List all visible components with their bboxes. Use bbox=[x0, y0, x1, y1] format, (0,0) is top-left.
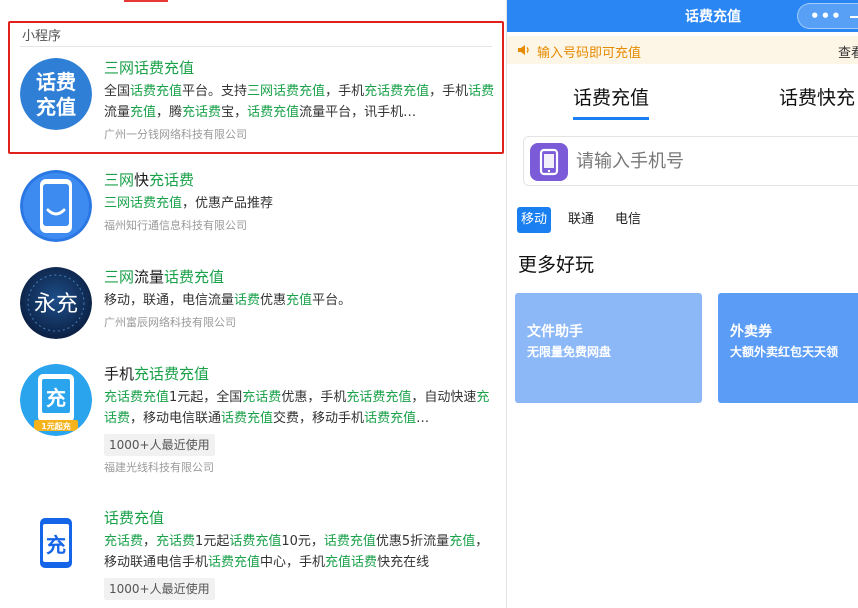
text-segment: 优惠 bbox=[260, 293, 287, 308]
text-segment: 1元起 bbox=[195, 534, 230, 549]
keyword-highlight: 话费充值 bbox=[104, 509, 165, 527]
keyword-highlight: 话费充值 bbox=[229, 534, 282, 549]
mini-program-pane: 话费充值 ••• 输入号码即可充值 查看 话费充值 话费快充 移动 联通 电信 … bbox=[506, 0, 858, 608]
notice-text: 输入号码即可充值 bbox=[537, 46, 642, 61]
text-segment: 流量 bbox=[134, 268, 165, 286]
result-description: 充话费，充话费1元起话费充值10元，话费充值优惠5折流量充值，移动联通电信手机话… bbox=[104, 531, 495, 573]
speaker-icon bbox=[518, 45, 529, 55]
keyword-highlight: 话费充值 bbox=[364, 411, 417, 426]
keyword-highlight: 充话费 bbox=[104, 534, 144, 549]
result-title[interactable]: 手机充话费充值 bbox=[104, 364, 495, 384]
keyword-highlight: 话费 bbox=[234, 293, 261, 308]
keyword-highlight: 三网 bbox=[104, 268, 135, 286]
chong-phone-logo-icon: 充 1元起充 bbox=[20, 364, 92, 436]
keyword-highlight: 话费充值 bbox=[208, 555, 261, 570]
phone-icon bbox=[530, 143, 568, 181]
text-segment: 手机 bbox=[104, 365, 135, 383]
text-segment: 移动，联通，电信流量 bbox=[104, 293, 235, 308]
result-company: 福州知行通信息科技有限公司 bbox=[104, 219, 247, 232]
keyword-highlight: 话费充值 bbox=[221, 411, 274, 426]
keyword-highlight: 三网 bbox=[104, 171, 135, 189]
notice-bar: 输入号码即可充值 查看 bbox=[507, 36, 858, 64]
card-takeout-coupon[interactable]: 外卖券 大额外卖红包天天领 bbox=[718, 293, 858, 403]
text-segment: ，移动电信联通 bbox=[130, 411, 222, 426]
text-segment: 中心，手机 bbox=[260, 555, 326, 570]
svg-text:1元起充: 1元起充 bbox=[41, 421, 71, 431]
card-subtitle: 无限量免费网盘 bbox=[527, 345, 612, 359]
result-company: 福建光线科技有限公司 bbox=[104, 461, 214, 474]
card-file-assistant[interactable]: 文件助手 无限量免费网盘 bbox=[515, 293, 702, 403]
keyword-highlight: 充值话费 bbox=[325, 555, 378, 570]
tab-huafei-chongzhi[interactable]: 话费充值 bbox=[573, 83, 649, 110]
text-segment: ， bbox=[143, 534, 157, 549]
chong-badge-logo-icon: 充 bbox=[20, 508, 92, 580]
text-segment: 交费，移动手机 bbox=[273, 411, 365, 426]
carrier-tab-mobile[interactable]: 移动 bbox=[517, 207, 552, 233]
card-subtitle: 大额外卖红包天天领 bbox=[730, 345, 839, 359]
carrier-tab-unicom[interactable]: 联通 bbox=[564, 207, 598, 233]
keyword-highlight: 话费充值 bbox=[164, 268, 225, 286]
phone-number-input[interactable] bbox=[576, 146, 856, 176]
section-title: 更多好玩 bbox=[518, 254, 595, 276]
keyword-highlight: 充值 bbox=[286, 293, 313, 308]
tab-huafei-kuaichong[interactable]: 话费快充 bbox=[779, 83, 855, 110]
text-segment: 10元， bbox=[281, 534, 324, 549]
yongchong-logo-icon: 永充 bbox=[20, 267, 92, 339]
keyword-highlight: 充话费充值 bbox=[134, 365, 210, 383]
keyword-highlight: 充话费 bbox=[242, 390, 282, 405]
text-segment: ，优惠产品推荐 bbox=[182, 196, 274, 211]
result-title[interactable]: 三网流量话费充值 bbox=[104, 267, 495, 287]
notice-more-link[interactable]: 查看 bbox=[838, 42, 858, 61]
text-segment: 优惠5折流量 bbox=[375, 534, 450, 549]
phone-input-box[interactable] bbox=[523, 136, 858, 186]
keyword-highlight: 三网话费充值 bbox=[104, 196, 183, 211]
svg-text:充: 充 bbox=[46, 386, 66, 410]
keyword-highlight: 充话费 bbox=[156, 534, 196, 549]
active-tab-indicator bbox=[124, 0, 168, 2]
result-title[interactable]: 话费充值 bbox=[104, 508, 495, 528]
keyword-highlight: 充值 bbox=[449, 534, 476, 549]
more-icon[interactable]: ••• bbox=[810, 4, 842, 28]
keyword-highlight: 话费充值 bbox=[323, 534, 376, 549]
card-title: 文件助手 bbox=[527, 324, 583, 340]
result-description: 移动，联通，电信流量话费优惠充值平台。 bbox=[104, 290, 495, 311]
carrier-tab-telecom[interactable]: 电信 bbox=[611, 207, 645, 233]
keyword-highlight: 充话费 bbox=[149, 171, 195, 189]
search-results-pane: 小程序 话费 充值 三网话费充值 全国话费充值平台。支持三网话费充值，手机充话费… bbox=[0, 0, 506, 608]
text-segment: 快充在线 bbox=[377, 555, 430, 570]
minimize-icon[interactable] bbox=[850, 16, 858, 18]
result-description: 充话费充值1元起，全国充话费优惠，手机充话费充值，自动快速充话费，移动电信联通话… bbox=[104, 387, 495, 429]
result-company: 广州富辰网络科技有限公司 bbox=[104, 316, 236, 329]
menu-capsule[interactable]: ••• bbox=[797, 3, 858, 29]
text-segment: 快 bbox=[134, 171, 150, 189]
usage-badge: 1000+人最近使用 bbox=[104, 578, 215, 600]
text-segment: 1元起，全国 bbox=[169, 390, 243, 405]
svg-text:充: 充 bbox=[46, 533, 66, 557]
mini-program-navbar: 话费充值 ••• bbox=[507, 0, 858, 32]
svg-text:永充: 永充 bbox=[34, 292, 78, 317]
usage-badge: 1000+人最近使用 bbox=[104, 434, 215, 456]
keyword-highlight: 充话费充值 bbox=[346, 390, 412, 405]
card-title: 外卖券 bbox=[730, 324, 772, 340]
text-segment: ，自动快速 bbox=[411, 390, 477, 405]
result-title[interactable]: 三网快充话费 bbox=[104, 170, 495, 190]
active-tab-underline bbox=[573, 117, 649, 120]
result-description: 三网话费充值，优惠产品推荐 bbox=[104, 193, 495, 214]
keyword-highlight: 充话费充值 bbox=[104, 390, 170, 405]
phone-smile-logo-icon bbox=[20, 170, 92, 242]
selection-highlight-box bbox=[8, 21, 504, 154]
text-segment: 平台。 bbox=[312, 293, 352, 308]
text-segment: 优惠，手机 bbox=[281, 390, 347, 405]
text-segment: … bbox=[416, 411, 430, 426]
